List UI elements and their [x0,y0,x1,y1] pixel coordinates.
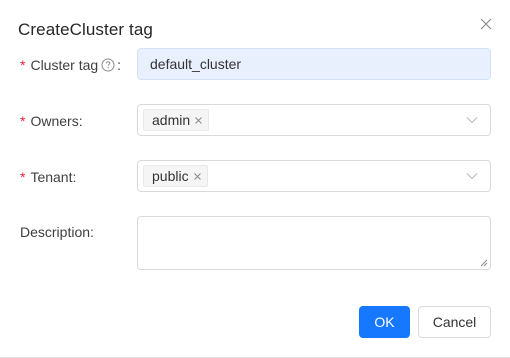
required-marker: * [20,169,26,185]
close-small-icon[interactable] [193,172,202,181]
cluster-tag-label-text: Cluster tag [30,57,99,73]
cluster-tag-input[interactable]: default_cluster [137,48,491,80]
owner-tag-label: admin [152,112,191,128]
close-small-icon[interactable] [194,116,203,125]
resize-handle-icon[interactable] [480,259,488,267]
owners-label: * Owners: [20,113,83,129]
description-label-text: Description: [20,224,94,240]
cluster-tag-label: * Cluster tag : [20,57,121,73]
owner-tag: admin [143,109,210,131]
tenant-select[interactable]: public [137,160,491,192]
description-label: Description: [20,224,94,240]
owners-select[interactable]: admin [137,104,491,136]
tenant-tag-label: public [152,168,189,184]
chevron-down-icon[interactable] [466,116,478,124]
close-icon[interactable] [478,16,494,32]
tenant-label-text: Tenant: [30,169,77,185]
create-cluster-tag-dialog: CreateCluster tag * Cluster tag : defaul… [0,0,510,358]
description-textarea[interactable] [137,216,491,270]
dialog-title: CreateCluster tag [18,20,153,39]
cancel-button[interactable]: Cancel [418,306,491,338]
tenant-tag: public [143,165,208,187]
question-circle-icon[interactable] [101,58,115,72]
tenant-label: * Tenant: [20,169,76,185]
required-marker: * [20,57,26,73]
owners-label-text: Owners: [30,113,83,129]
chevron-down-icon[interactable] [466,172,478,180]
ok-button[interactable]: OK [359,306,410,338]
cluster-tag-value: default_cluster [150,56,242,72]
cluster-tag-colon: : [117,57,122,73]
required-marker: * [20,113,26,129]
